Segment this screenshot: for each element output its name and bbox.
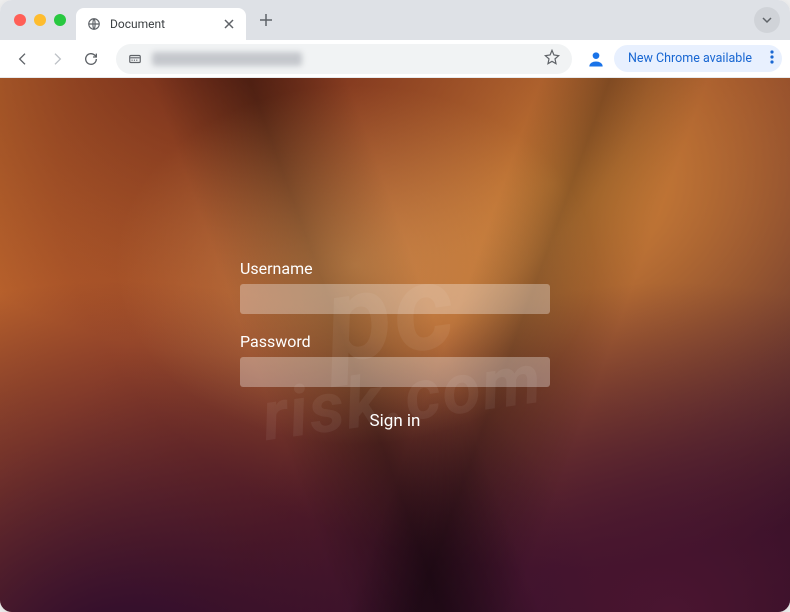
page-content: pc risk.com Username Password Sign in xyxy=(0,78,790,612)
update-chrome-chip[interactable]: New Chrome available xyxy=(614,45,782,72)
site-info-icon[interactable] xyxy=(128,52,142,66)
fullscreen-window-button[interactable] xyxy=(54,14,66,26)
back-button[interactable] xyxy=(8,44,38,74)
close-window-button[interactable] xyxy=(14,14,26,26)
username-input[interactable] xyxy=(240,284,550,314)
address-bar[interactable] xyxy=(116,44,572,74)
menu-dots-icon[interactable] xyxy=(770,50,774,68)
new-tab-button[interactable] xyxy=(252,6,280,34)
tab-bar: Document xyxy=(0,0,790,40)
minimize-window-button[interactable] xyxy=(34,14,46,26)
username-label: Username xyxy=(240,259,550,278)
globe-icon xyxy=(86,16,102,32)
bookmark-star-icon[interactable] xyxy=(544,49,560,69)
chevron-down-icon[interactable] xyxy=(754,7,780,33)
tab-title: Document xyxy=(110,17,214,31)
profile-button[interactable] xyxy=(582,45,610,73)
login-form: Username Password Sign in xyxy=(240,259,550,431)
update-chip-label: New Chrome available xyxy=(628,51,752,66)
url-text xyxy=(152,52,302,66)
browser-tab[interactable]: Document xyxy=(76,8,246,40)
browser-window: Document xyxy=(0,0,790,612)
forward-button[interactable] xyxy=(42,44,72,74)
toolbar: New Chrome available xyxy=(0,40,790,78)
password-label: Password xyxy=(240,332,550,351)
window-controls xyxy=(8,14,76,26)
signin-button[interactable]: Sign in xyxy=(370,411,421,431)
reload-button[interactable] xyxy=(76,44,106,74)
close-tab-button[interactable] xyxy=(222,17,236,31)
password-input[interactable] xyxy=(240,357,550,387)
